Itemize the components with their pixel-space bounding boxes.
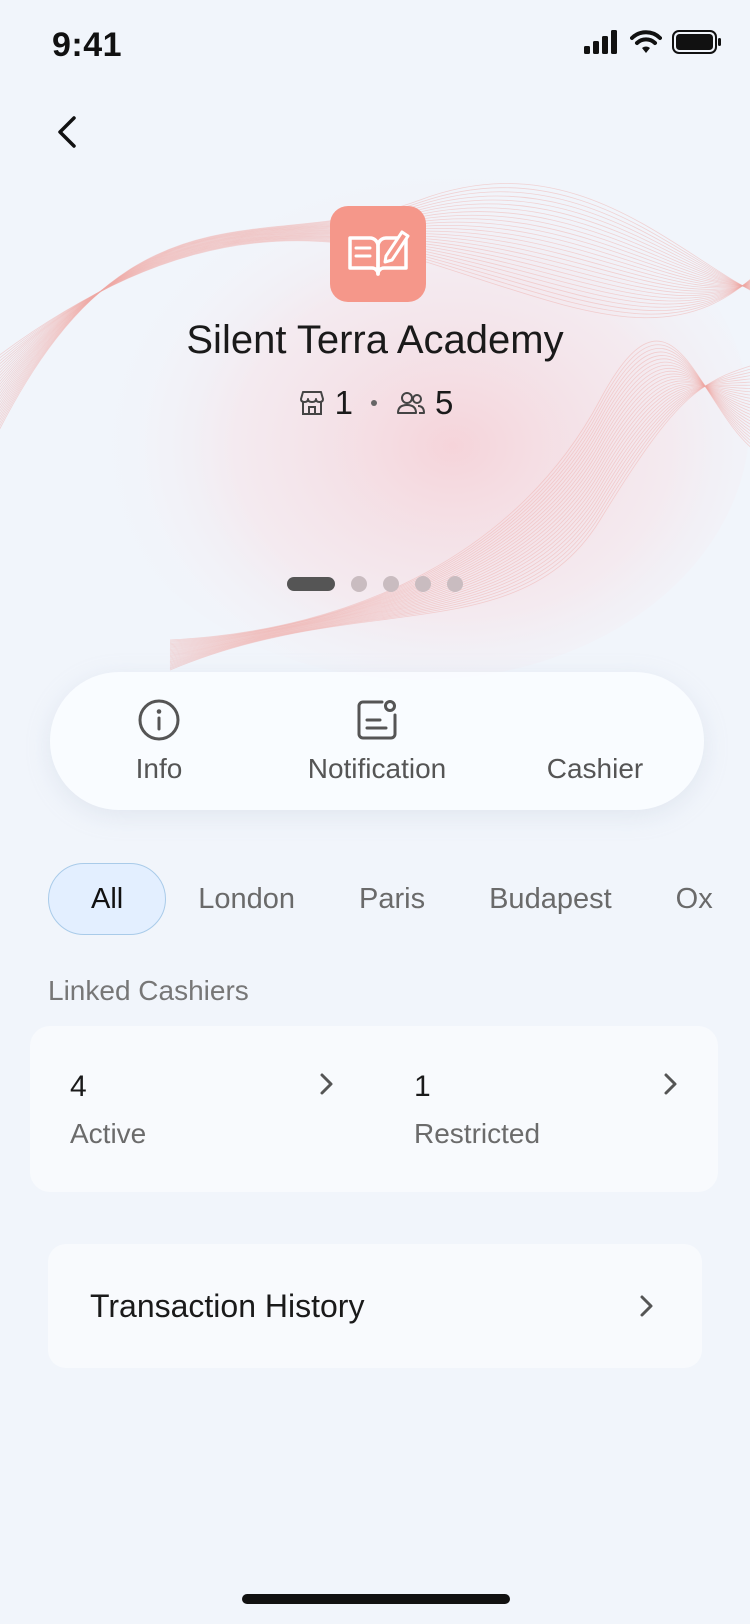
restricted-cashiers[interactable]: 1 Restricted [374,1026,718,1192]
filter-chip-ox[interactable]: Ox [644,862,745,936]
users-icon [397,392,425,414]
quick-actions: Info Notification Cashier [50,672,704,810]
info-button[interactable]: Info [69,697,249,785]
info-label: Info [135,753,183,784]
active-cashiers[interactable]: 4 Active [30,1026,374,1192]
filter-chip-budapest[interactable]: Budapest [457,862,644,936]
page-dot-2[interactable] [351,576,367,592]
notification-button[interactable]: Notification [287,697,467,785]
store-count: 1 [334,384,353,421]
notification-label: Notification [307,753,447,784]
page-dot-4[interactable] [415,576,431,592]
transaction-history-row[interactable]: Transaction History [48,1244,702,1368]
page-dot-1[interactable] [287,577,335,591]
page-dot-3[interactable] [383,576,399,592]
status-icons [584,30,722,54]
shop-icon [299,391,324,415]
chevron-right-icon [320,1073,333,1095]
filter-chip-london[interactable]: London [166,862,327,936]
wifi-icon [630,30,662,53]
restricted-label: Restricted [414,1118,541,1149]
page-indicator [0,576,750,592]
open-book-pen-icon [348,230,410,276]
store-name: Silent Terra Academy [186,318,564,362]
chevron-right-icon [640,1295,653,1317]
add-cashier-button[interactable]: Cashier [505,697,685,785]
separator-dot [371,400,377,406]
location-filter: All London Paris Budapest Ox [48,862,750,936]
home-indicator[interactable] [242,1594,510,1604]
linked-cashiers-heading: Linked Cashiers [48,975,249,1006]
status-bar: 9:41 [0,0,750,94]
status-time: 9:41 [52,26,123,64]
filter-chip-all[interactable]: All [48,863,167,935]
store-meta: 1 5 [0,384,750,422]
active-label: Active [70,1118,147,1149]
plus-icon [577,702,613,738]
linked-cashiers-card: 4 Active 1 Restricted [30,1026,718,1192]
cashier-label: Cashier [546,753,644,784]
store-logo [330,206,426,302]
member-count: 5 [435,384,454,421]
chevron-right-icon [664,1073,677,1095]
chevron-left-icon [58,116,76,148]
page-dot-5[interactable] [447,576,463,592]
battery-icon [672,30,721,54]
back-button[interactable] [48,110,98,160]
notification-icon [357,700,397,740]
transaction-history-label: Transaction History [90,1287,365,1324]
info-icon [138,699,180,741]
signal-icon [584,30,617,54]
filter-chip-paris[interactable]: Paris [327,862,457,936]
